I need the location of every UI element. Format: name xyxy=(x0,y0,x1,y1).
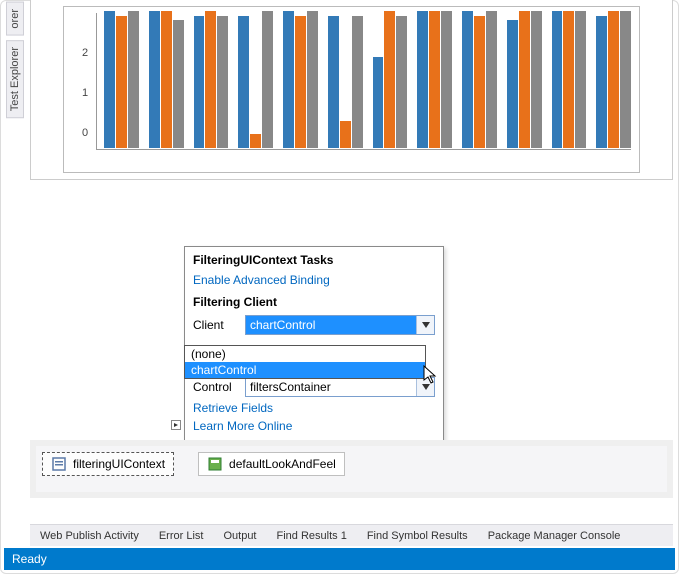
bar-group xyxy=(104,11,139,148)
client-dropdown[interactable]: (none) chartControl xyxy=(184,345,426,379)
ytick-1: 1 xyxy=(82,87,88,99)
bar xyxy=(295,16,306,148)
bar xyxy=(507,20,518,148)
component-icon xyxy=(51,456,67,472)
bar xyxy=(307,11,318,148)
bar-group xyxy=(462,11,497,148)
bar xyxy=(149,11,160,148)
bar xyxy=(384,11,395,148)
chart-bars xyxy=(104,11,631,148)
control-combo-value: filtersContainer xyxy=(246,378,416,396)
bar xyxy=(373,57,384,148)
filtering-client-label: Filtering Client xyxy=(193,295,435,309)
side-tab-test-explorer[interactable]: Test Explorer xyxy=(6,40,24,118)
control-combo[interactable]: filtersContainer xyxy=(245,377,435,397)
chart-control[interactable]: 0 1 2 xyxy=(63,6,640,173)
bar-group xyxy=(552,11,587,148)
tab-output[interactable]: Output xyxy=(213,526,266,546)
y-axis xyxy=(96,13,97,150)
dropdown-option-chartcontrol[interactable]: chartControl xyxy=(185,362,425,378)
client-combo[interactable]: chartControl xyxy=(245,315,435,335)
learn-more-link[interactable]: Learn More Online xyxy=(193,419,435,433)
bar xyxy=(250,134,261,148)
bar xyxy=(620,11,631,148)
tray-item-label: filteringUIContext xyxy=(73,457,165,471)
control-combo-arrow[interactable] xyxy=(416,378,434,396)
bar xyxy=(519,11,530,148)
bar xyxy=(575,11,586,148)
tab-find-results[interactable]: Find Results 1 xyxy=(267,526,357,546)
bar xyxy=(328,16,339,148)
bar-group xyxy=(328,11,363,148)
bar xyxy=(238,16,249,148)
bar-group xyxy=(596,11,631,148)
control-label: Control xyxy=(193,380,239,394)
bar xyxy=(283,11,294,148)
tasks-title: FilteringUIContext Tasks xyxy=(193,253,435,267)
tab-find-symbol[interactable]: Find Symbol Results xyxy=(357,526,478,546)
bar-group xyxy=(149,11,184,148)
bar-group xyxy=(417,11,452,148)
tab-package-manager[interactable]: Package Manager Console xyxy=(478,526,631,546)
ytick-0: 0 xyxy=(82,127,88,139)
bar-group xyxy=(238,11,273,148)
tray-item-filteringuicontext[interactable]: filteringUIContext xyxy=(42,452,174,476)
status-text: Ready xyxy=(12,552,47,566)
retrieve-fields-link[interactable]: Retrieve Fields xyxy=(193,401,435,415)
x-axis xyxy=(96,149,631,150)
designer-surface[interactable]: 0 1 2 xyxy=(30,0,673,180)
component-tray[interactable]: filteringUIContext defaultLookAndFeel xyxy=(30,440,673,498)
bar xyxy=(128,11,139,148)
bottom-tab-well: Web Publish Activity Error List Output F… xyxy=(30,524,673,546)
tab-error-list[interactable]: Error List xyxy=(149,526,214,546)
status-bar: Ready xyxy=(4,548,675,570)
tray-item-defaultlookandfeel[interactable]: defaultLookAndFeel xyxy=(198,452,345,476)
smart-tag-glyph[interactable] xyxy=(171,420,181,430)
bar xyxy=(262,11,273,148)
bar-group xyxy=(194,11,229,148)
client-combo-value: chartControl xyxy=(246,316,416,334)
bar xyxy=(486,11,497,148)
bar xyxy=(441,11,452,148)
bar xyxy=(596,16,607,148)
bar xyxy=(104,11,115,148)
bar xyxy=(552,11,563,148)
bar xyxy=(429,11,440,148)
bar xyxy=(217,16,228,148)
bar xyxy=(173,20,184,148)
bar xyxy=(531,11,542,148)
tab-web-publish[interactable]: Web Publish Activity xyxy=(30,526,149,546)
bar xyxy=(417,11,428,148)
bar xyxy=(474,16,485,148)
enable-advanced-binding-link[interactable]: Enable Advanced Binding xyxy=(193,273,435,287)
dropdown-option-none[interactable]: (none) xyxy=(185,346,425,362)
bar xyxy=(161,11,172,148)
bar-group xyxy=(373,11,408,148)
bar xyxy=(608,11,619,148)
component-icon xyxy=(207,456,223,472)
ytick-2: 2 xyxy=(82,47,88,59)
bar xyxy=(340,121,351,148)
side-tab-well: orer Test Explorer xyxy=(6,2,26,122)
client-label: Client xyxy=(193,318,239,332)
client-combo-arrow[interactable] xyxy=(416,316,434,334)
side-tab-explorer[interactable]: orer xyxy=(6,2,24,36)
bar xyxy=(194,16,205,148)
bar xyxy=(462,11,473,148)
bar xyxy=(116,16,127,148)
bar-group xyxy=(507,11,542,148)
bar xyxy=(563,11,574,148)
tray-item-label: defaultLookAndFeel xyxy=(229,457,336,471)
bar-group xyxy=(283,11,318,148)
bar xyxy=(396,16,407,148)
bar xyxy=(205,11,216,148)
bar xyxy=(352,16,363,148)
